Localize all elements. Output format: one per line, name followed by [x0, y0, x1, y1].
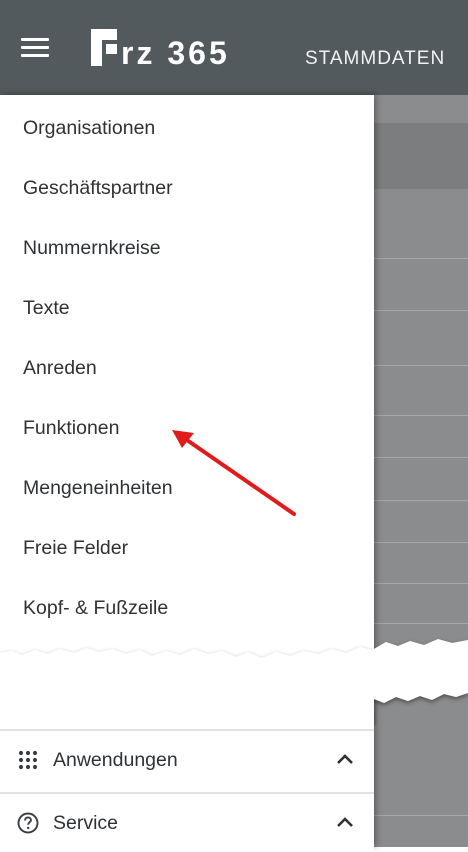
nav-item-label: Texte — [23, 297, 70, 319]
background-row-divider — [374, 500, 468, 501]
hamburger-menu-icon[interactable] — [14, 30, 56, 66]
background-row-divider — [374, 415, 468, 416]
background-row-divider — [374, 365, 468, 366]
nav-item-label: Mengeneinheiten — [23, 477, 173, 499]
nav-item-anreden[interactable]: Anreden — [0, 337, 374, 397]
background-row-divider — [374, 310, 468, 311]
section-anwendungen[interactable]: Anwendungen — [0, 729, 374, 789]
background-row-divider — [374, 542, 468, 543]
nav-item-mengeneinheiten[interactable]: Mengeneinheiten — [0, 457, 374, 517]
nav-item-geschaeftspartner[interactable]: Geschäftspartner — [0, 157, 374, 217]
nav-item-nummernkreise[interactable]: Nummernkreise — [0, 217, 374, 277]
background-row-divider — [374, 623, 468, 624]
help-circle-icon — [17, 812, 39, 834]
nav-item-label: Funktionen — [23, 417, 120, 439]
background-row-divider — [374, 815, 468, 816]
torn-edge — [0, 639, 468, 725]
svg-text:rz 365: rz 365 — [121, 35, 230, 70]
nav-item-label: Kopf- & Fußzeile — [23, 597, 169, 619]
background-header-band — [374, 123, 468, 189]
section-service[interactable]: Service — [0, 792, 374, 852]
chevron-up-icon[interactable] — [334, 814, 356, 830]
nav-item-freie-felder[interactable]: Freie Felder — [0, 517, 374, 577]
nav-item-label: Freie Felder — [23, 537, 129, 559]
background-row-divider — [374, 457, 468, 458]
apps-grid-icon — [18, 750, 38, 770]
nav-item-label: Organisationen — [23, 117, 156, 139]
nav-item-label: Anreden — [23, 357, 97, 379]
section-label: Service — [53, 812, 119, 834]
background-row-divider — [374, 583, 468, 584]
app-bar: rz 365 STAMMDATEN — [0, 0, 468, 95]
background-content — [374, 95, 468, 847]
background-row-divider — [374, 258, 468, 259]
nav-item-funktionen[interactable]: Funktionen — [0, 397, 374, 457]
nav-item-organisationen[interactable]: Organisationen — [0, 97, 374, 157]
page-title: STAMMDATEN — [305, 48, 446, 69]
navigation-drawer: Organisationen Geschäftspartner Nummernk… — [0, 95, 374, 852]
section-label: Anwendungen — [53, 749, 178, 771]
nav-item-label: Geschäftspartner — [23, 177, 173, 199]
divider — [0, 792, 374, 794]
nav-item-label: Nummernkreise — [23, 237, 161, 259]
nav-item-texte[interactable]: Texte — [0, 277, 374, 337]
chevron-up-icon[interactable] — [334, 751, 356, 767]
logo: rz 365 — [91, 29, 230, 70]
divider — [0, 729, 374, 731]
